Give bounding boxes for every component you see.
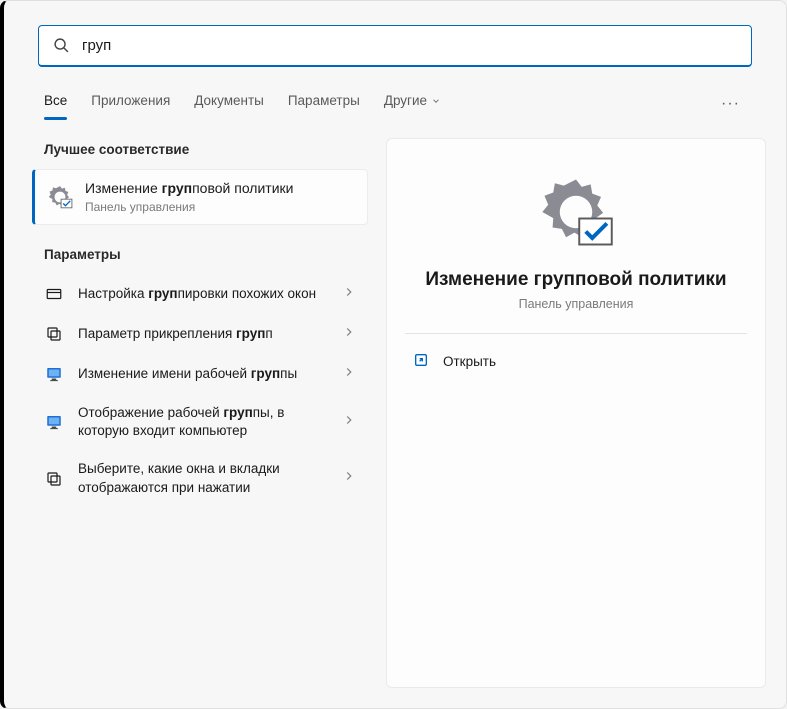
best-match-title: Изменение групповой политики bbox=[85, 180, 293, 196]
setting-label: Изменение имени рабочей группы bbox=[78, 365, 328, 383]
tabs-bar: Все Приложения Документы Параметры Други… bbox=[4, 81, 786, 120]
chevron-right-icon bbox=[342, 365, 356, 384]
setting-item[interactable]: Изменение имени рабочей группы bbox=[28, 354, 372, 394]
search-icon bbox=[53, 37, 70, 54]
chevron-right-icon bbox=[342, 325, 356, 344]
tab-documents[interactable]: Документы bbox=[194, 87, 264, 120]
action-open[interactable]: Открыть bbox=[405, 334, 747, 381]
chevron-right-icon bbox=[342, 285, 356, 304]
chevron-down-icon bbox=[431, 96, 441, 106]
tab-all[interactable]: Все bbox=[44, 87, 67, 120]
setting-item[interactable]: Отображение рабочей группы, в которую вх… bbox=[28, 394, 372, 450]
gear-check-icon-large bbox=[537, 173, 615, 251]
preview-subtitle: Панель управления bbox=[405, 297, 747, 334]
search-input[interactable]: груп bbox=[82, 37, 737, 54]
setting-item[interactable]: Настройка группировки похожих окон bbox=[28, 274, 372, 314]
more-options-button[interactable]: ··· bbox=[715, 91, 746, 117]
monitor-icon bbox=[44, 412, 64, 432]
gear-check-icon bbox=[47, 184, 73, 210]
tab-settings[interactable]: Параметры bbox=[288, 87, 360, 120]
best-match-item[interactable]: Изменение групповой политики Панель упра… bbox=[32, 169, 368, 225]
section-best-match: Лучшее соответствие bbox=[28, 138, 372, 169]
window-icon bbox=[44, 284, 64, 304]
tab-apps[interactable]: Приложения bbox=[91, 87, 170, 120]
setting-label: Параметр прикрепления групп bbox=[78, 325, 328, 343]
setting-item[interactable]: Выберите, какие окна и вкладки отображаю… bbox=[28, 450, 372, 506]
setting-label: Настройка группировки похожих окон bbox=[78, 285, 328, 303]
chevron-right-icon bbox=[342, 469, 356, 488]
monitor-icon bbox=[44, 364, 64, 384]
preview-title: Изменение групповой политики bbox=[405, 269, 747, 291]
best-match-subtitle: Панель управления bbox=[85, 200, 293, 214]
setting-item[interactable]: Параметр прикрепления групп bbox=[28, 314, 372, 354]
preview-pane: Изменение групповой политики Панель упра… bbox=[386, 138, 766, 688]
section-settings: Параметры bbox=[28, 243, 372, 274]
copy-icon bbox=[44, 469, 64, 489]
results-column: Лучшее соответствие Изменение групповой … bbox=[28, 138, 372, 688]
chevron-right-icon bbox=[342, 413, 356, 432]
setting-label: Отображение рабочей группы, в которую вх… bbox=[78, 404, 328, 440]
action-open-label: Открыть bbox=[443, 354, 496, 369]
tab-more[interactable]: Другие bbox=[384, 87, 441, 120]
search-box[interactable]: груп bbox=[38, 25, 752, 67]
copy-icon bbox=[44, 324, 64, 344]
open-icon bbox=[413, 352, 429, 371]
setting-label: Выберите, какие окна и вкладки отображаю… bbox=[78, 460, 328, 496]
